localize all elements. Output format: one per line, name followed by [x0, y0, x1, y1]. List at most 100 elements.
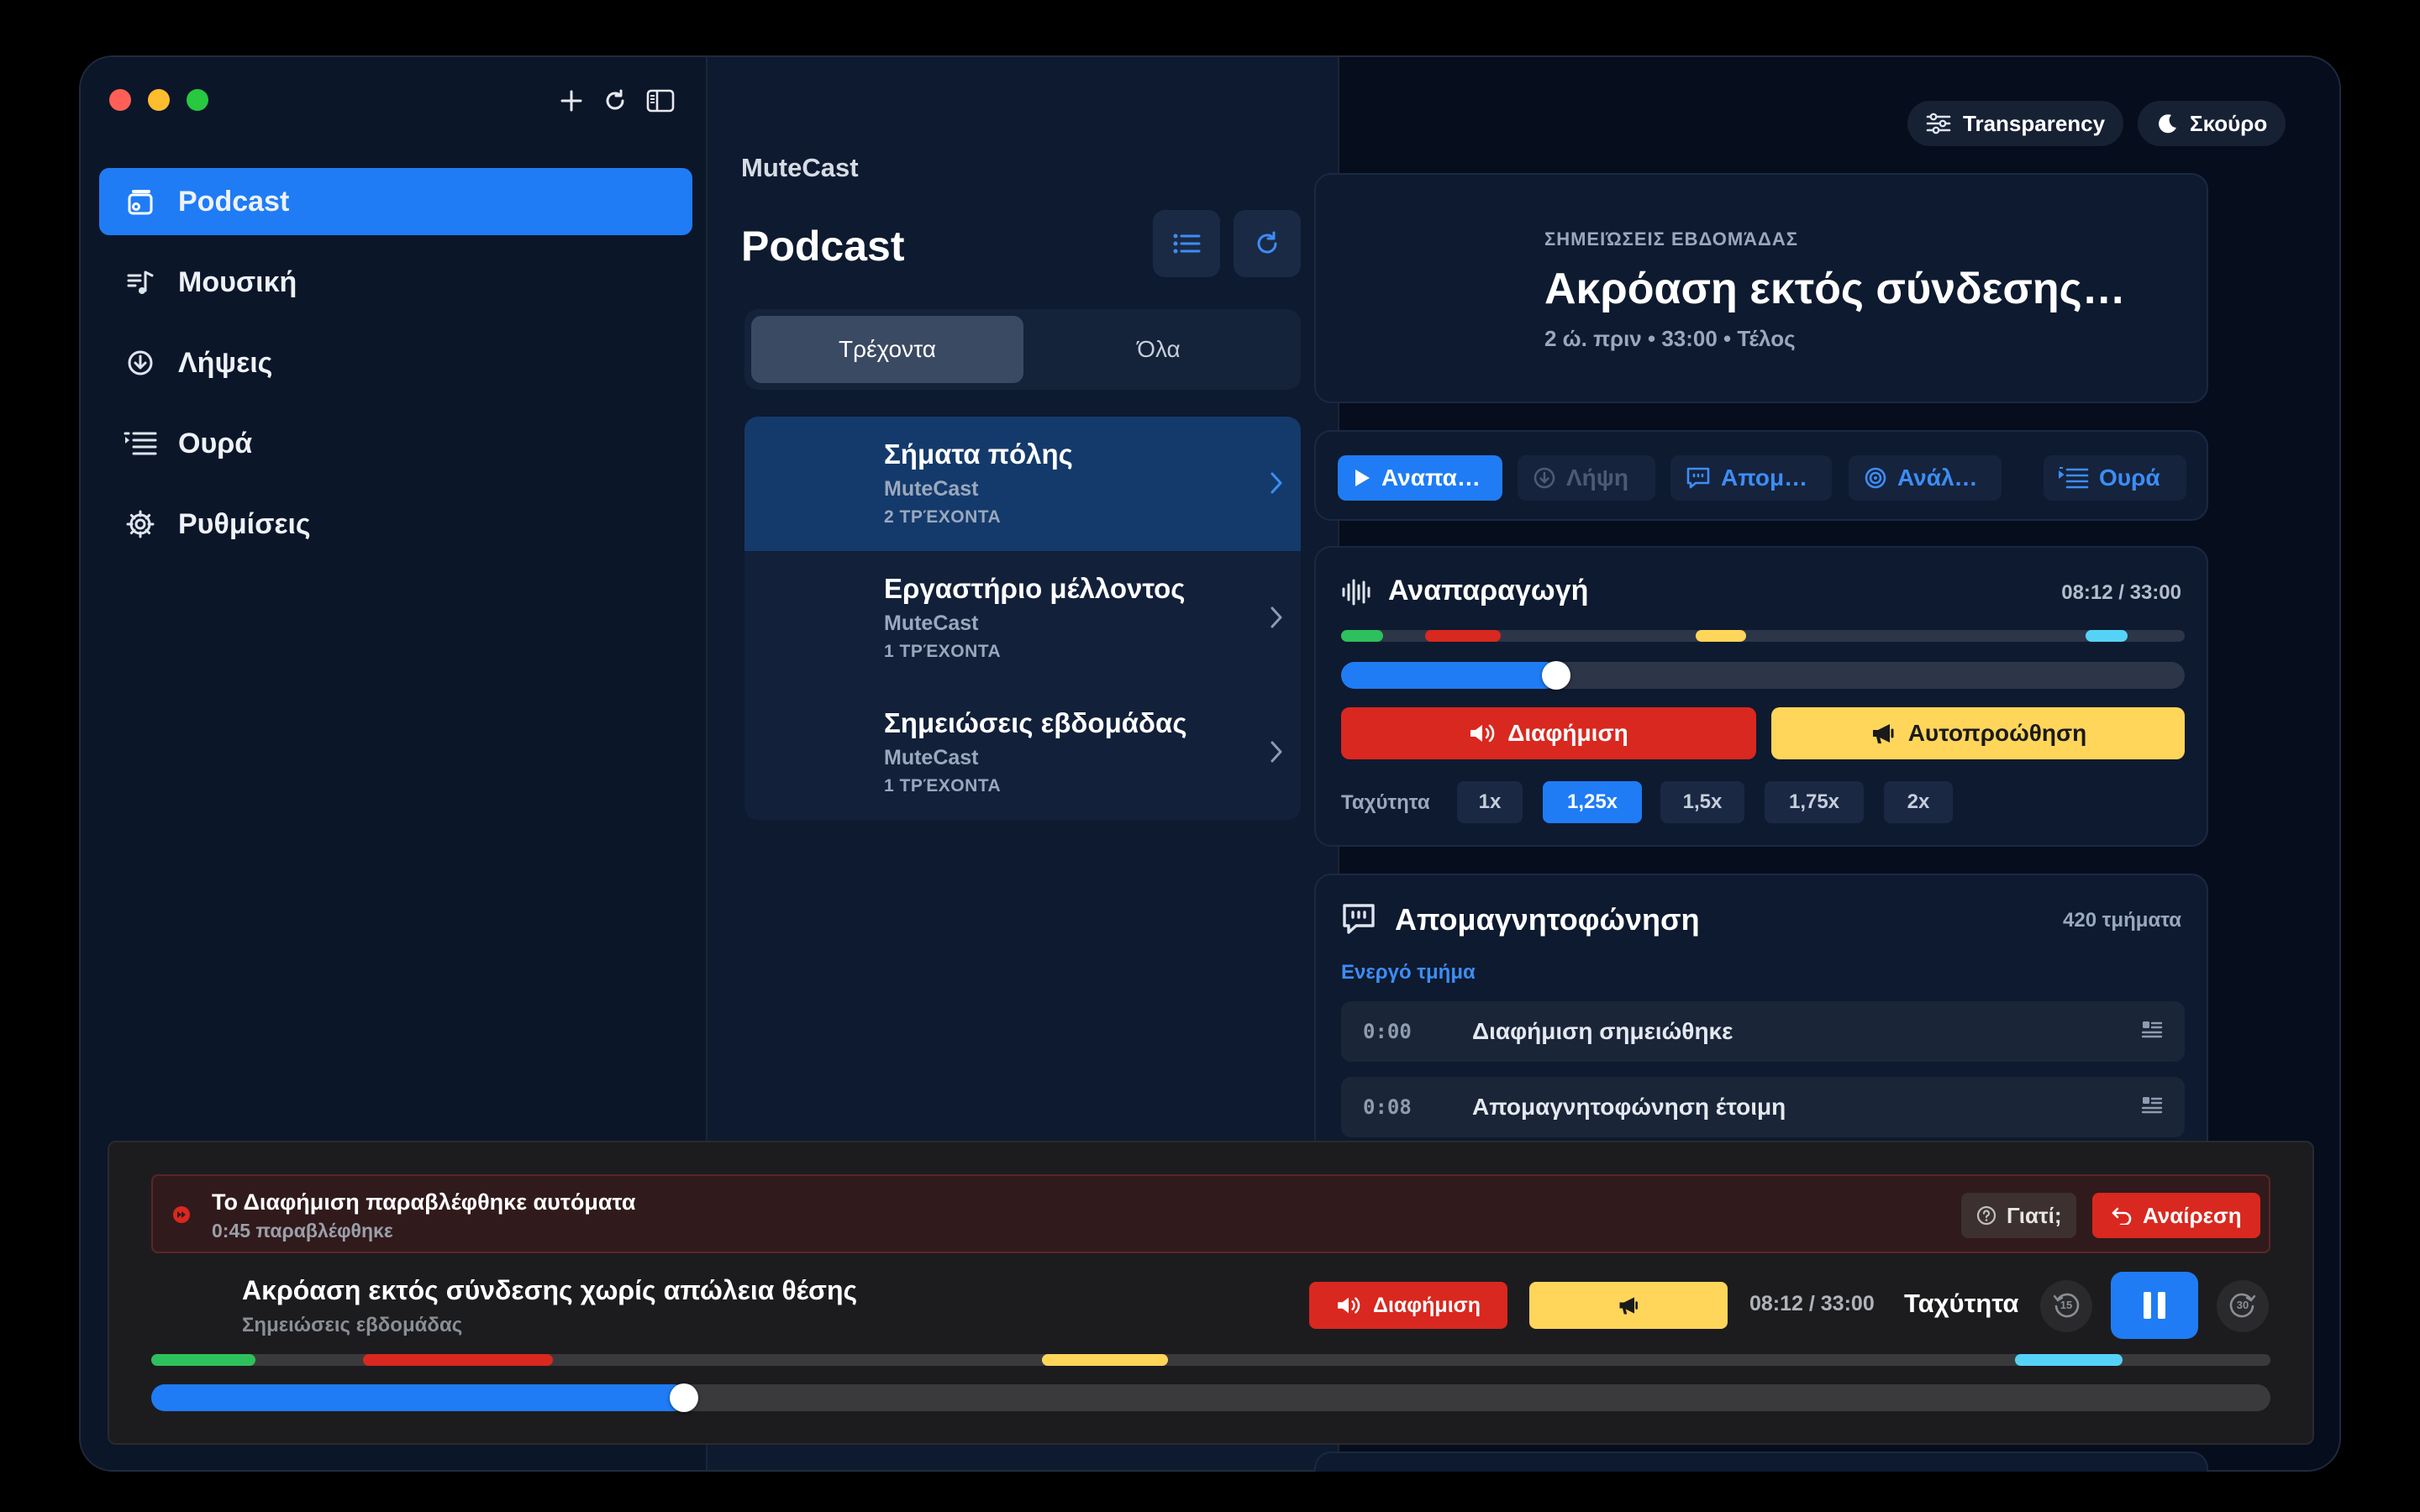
active-segment-link[interactable]: Ενεργό τμήμα [1341, 961, 1476, 984]
mini-player: Το Διαφήμιση παραβλέφθηκε αυτόματα 0:45 … [108, 1141, 2314, 1445]
now-playing-subtitle: Σημειώσεις εβδομάδας [242, 1314, 463, 1336]
download-icon [123, 345, 158, 381]
play-label: Αναπα… [1381, 465, 1481, 491]
playback-card: Αναπαραγωγή 08:12 / 33:00 Διαφήμιση Αυτο… [1314, 546, 2208, 847]
player-ad-button[interactable]: Διαφήμιση [1309, 1282, 1507, 1329]
speaker-icon [1469, 722, 1496, 744]
page-title: Podcast [741, 223, 905, 270]
zoom-window-button[interactable] [187, 89, 208, 111]
sidebar-item-podcast[interactable]: Podcast [99, 168, 692, 235]
text-details-icon[interactable] [2141, 1020, 2163, 1040]
podcast-count: 2 ΤΡΈΧΟΝΤΑ [884, 507, 1002, 527]
transcript-title: Απομαγνητοφώνηση [1395, 902, 1700, 937]
app-name: MuteCast [741, 153, 859, 182]
analyze-button[interactable]: Ανάλ… [1849, 455, 2002, 501]
next-card-edge [1314, 1452, 2208, 1472]
player-progress-slider[interactable] [151, 1383, 2270, 1412]
minimize-window-button[interactable] [148, 89, 170, 111]
sidebar-toggle-icon[interactable] [644, 84, 677, 118]
episode-title: Ακρόαση εκτός σύνδεσης… [1544, 265, 2126, 313]
download-icon [1533, 466, 1556, 490]
tab-all[interactable]: Όλα [1023, 316, 1294, 383]
queue-icon [2059, 466, 2089, 490]
skip-back-value: 15 [2060, 1299, 2073, 1311]
speed-label: Ταχύτητα [1341, 791, 1430, 814]
podcast-row[interactable]: Εργαστήριο μέλλοντος MuteCast 1 ΤΡΈΧΟΝΤΑ [744, 551, 1301, 685]
transcript-label: Απομ… [1721, 465, 1808, 491]
skip-forward-button[interactable]: 30 [2217, 1280, 2269, 1332]
playback-time: 08:12 / 33:00 [2061, 581, 2181, 604]
refresh-icon[interactable] [598, 84, 632, 118]
text-details-icon[interactable] [2141, 1095, 2163, 1116]
chevron-right-icon [1269, 605, 1284, 630]
playback-progress-slider[interactable] [1341, 661, 2185, 690]
progress-knob[interactable] [1542, 661, 1570, 690]
transparency-button[interactable]: Transparency [1907, 101, 2124, 146]
pause-button[interactable] [2111, 1272, 2198, 1339]
theme-label: Σκούρο [2190, 110, 2268, 136]
sidebar-item-settings[interactable]: Ρυθμίσεις [99, 491, 692, 558]
progress-fill [151, 1384, 687, 1411]
filter-segmented-control: Τρέχοντα Όλα [744, 309, 1301, 390]
refresh-icon [1254, 230, 1281, 257]
transcript-icon [1686, 466, 1711, 490]
speed-option-1-25x[interactable]: 1,25x [1543, 781, 1642, 823]
podcast-row[interactable]: Σημειώσεις εβδομάδας MuteCast 1 ΤΡΈΧΟΝΤΑ [744, 685, 1301, 820]
speed-option-1-75x[interactable]: 1,75x [1765, 781, 1864, 823]
episode-kicker: ΣΗΜΕΙΏΣΕΙΣ ΕΒΔΟΜΆΔΑΣ [1544, 228, 1798, 249]
transcript-row[interactable]: 0:00 Διαφήμιση σημειώθηκε [1341, 1001, 2185, 1062]
theme-button[interactable]: Σκούρο [2138, 101, 2286, 146]
transcript-time: 0:00 [1363, 1020, 1412, 1043]
player-selfpromo-button[interactable] [1529, 1282, 1728, 1329]
ad-label: Διαφήμιση [1372, 1293, 1481, 1317]
transcript-time: 0:08 [1363, 1095, 1412, 1119]
transcript-button[interactable]: Απομ… [1670, 455, 1832, 501]
sidebar-item-queue[interactable]: Ουρά [99, 410, 692, 477]
skip-back-button[interactable]: 15 [2040, 1280, 2092, 1332]
segment-ad [1425, 630, 1501, 642]
tab-current[interactable]: Τρέχοντα [751, 316, 1023, 383]
megaphone-icon [1617, 1294, 1640, 1316]
refresh-button[interactable] [1234, 210, 1301, 277]
episode-meta: 2 ώ. πριν • 33:00 • Τέλος [1544, 326, 1796, 351]
podcast-author: MuteCast [884, 612, 979, 635]
speed-option-1-5x[interactable]: 1,5x [1660, 781, 1744, 823]
megaphone-icon [1870, 722, 1897, 745]
sidebar-item-label: Λήψεις [178, 346, 273, 379]
player-segment-bar [151, 1354, 2270, 1366]
transcript-row[interactable]: 0:08 Απομαγνητοφώνηση έτοιμη [1341, 1077, 2185, 1137]
chevron-right-icon [1269, 739, 1284, 764]
queue-button[interactable]: Ουρά [2044, 455, 2186, 501]
banner-subtitle: 0:45 παραβλέφθηκε [212, 1220, 393, 1242]
plus-icon[interactable] [555, 84, 588, 118]
segment-selfpromo [1696, 630, 1746, 642]
undo-button[interactable]: Αναίρεση [2092, 1193, 2260, 1238]
ad-label: Διαφήμιση [1507, 720, 1628, 746]
podcast-row-selected[interactable]: Σήματα πόλης MuteCast 2 ΤΡΈΧΟΝΤΑ [744, 417, 1301, 551]
waveform-icon [1341, 578, 1373, 606]
player-speed-button[interactable]: Ταχύτητα [1904, 1289, 2018, 1319]
selfpromo-segment-button[interactable]: Αυτοπροώθηση [1771, 707, 2185, 759]
list-view-button[interactable] [1153, 210, 1220, 277]
ad-segment-button[interactable]: Διαφήμιση [1341, 707, 1756, 759]
progress-knob[interactable] [670, 1383, 698, 1412]
queue-label: Ουρά [2099, 465, 2160, 491]
sidebar-item-label: Μουσική [178, 265, 297, 298]
close-window-button[interactable] [109, 89, 131, 111]
transcript-text: Διαφήμιση σημειώθηκε [1472, 1018, 1733, 1044]
speed-option-1x[interactable]: 1x [1457, 781, 1523, 823]
download-button[interactable]: Λήψη [1518, 455, 1655, 501]
podcast-count: 1 ΤΡΈΧΟΝΤΑ [884, 776, 1002, 795]
why-label: Γιατί; [2007, 1202, 2062, 1228]
target-icon [1864, 466, 1887, 490]
skip-forward-30-icon: 30 [2228, 1291, 2258, 1321]
sidebar-item-downloads[interactable]: Λήψεις [99, 329, 692, 396]
why-button[interactable]: Γιατί; [1961, 1193, 2077, 1238]
sidebar-item-music[interactable]: Μουσική [99, 249, 692, 316]
speed-option-2x[interactable]: 2x [1884, 781, 1953, 823]
list-icon [1172, 231, 1201, 256]
play-button[interactable]: Αναπα… [1338, 455, 1502, 501]
undo-label: Αναίρεση [2143, 1202, 2242, 1228]
skip-alert-icon [171, 1205, 192, 1225]
banner-title: Το Διαφήμιση παραβλέφθηκε αυτόματα [212, 1189, 636, 1215]
